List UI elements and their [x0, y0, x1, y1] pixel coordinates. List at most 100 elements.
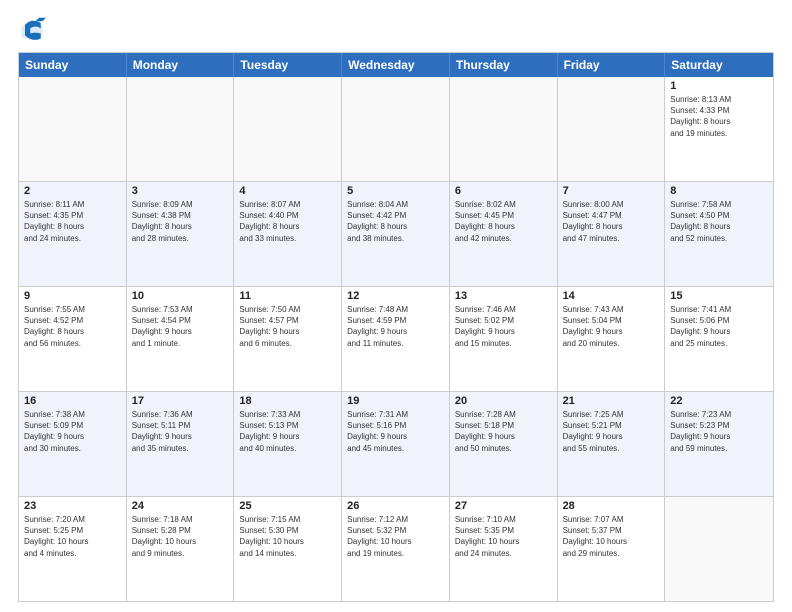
cal-week-3: 9 Sunrise: 7:55 AM Sunset: 4:52 PM Daylig… — [19, 286, 773, 391]
cal-cell-day-13: 13 Sunrise: 7:46 AM Sunset: 5:02 PM Dayli… — [450, 287, 558, 391]
day-number: 2 — [24, 185, 121, 197]
cal-cell-empty — [127, 77, 235, 181]
cell-info: Sunrise: 8:11 AM Sunset: 4:35 PM Dayligh… — [24, 199, 121, 244]
day-number: 5 — [347, 185, 444, 197]
cell-info: Sunrise: 8:07 AM Sunset: 4:40 PM Dayligh… — [239, 199, 336, 244]
day-number: 25 — [239, 500, 336, 512]
day-header-sunday: Sunday — [19, 53, 127, 77]
day-number: 24 — [132, 500, 229, 512]
cell-info: Sunrise: 7:31 AM Sunset: 5:16 PM Dayligh… — [347, 409, 444, 454]
day-number: 20 — [455, 395, 552, 407]
cell-info: Sunrise: 8:02 AM Sunset: 4:45 PM Dayligh… — [455, 199, 552, 244]
calendar-header: SundayMondayTuesdayWednesdayThursdayFrid… — [19, 53, 773, 77]
cell-info: Sunrise: 7:15 AM Sunset: 5:30 PM Dayligh… — [239, 514, 336, 559]
day-number: 6 — [455, 185, 552, 197]
cell-info: Sunrise: 7:20 AM Sunset: 5:25 PM Dayligh… — [24, 514, 121, 559]
cal-cell-day-1: 1 Sunrise: 8:13 AM Sunset: 4:33 PM Daylig… — [665, 77, 773, 181]
day-number: 17 — [132, 395, 229, 407]
day-number: 9 — [24, 290, 121, 302]
day-number: 8 — [670, 185, 768, 197]
day-number: 28 — [563, 500, 660, 512]
cal-week-1: 1 Sunrise: 8:13 AM Sunset: 4:33 PM Daylig… — [19, 77, 773, 181]
cal-week-2: 2 Sunrise: 8:11 AM Sunset: 4:35 PM Daylig… — [19, 181, 773, 286]
cell-info: Sunrise: 7:23 AM Sunset: 5:23 PM Dayligh… — [670, 409, 768, 454]
cal-cell-day-11: 11 Sunrise: 7:50 AM Sunset: 4:57 PM Dayli… — [234, 287, 342, 391]
cell-info: Sunrise: 8:09 AM Sunset: 4:38 PM Dayligh… — [132, 199, 229, 244]
day-header-wednesday: Wednesday — [342, 53, 450, 77]
day-number: 3 — [132, 185, 229, 197]
day-number: 21 — [563, 395, 660, 407]
cell-info: Sunrise: 7:50 AM Sunset: 4:57 PM Dayligh… — [239, 304, 336, 349]
day-number: 7 — [563, 185, 660, 197]
cal-cell-day-6: 6 Sunrise: 8:02 AM Sunset: 4:45 PM Daylig… — [450, 182, 558, 286]
cal-cell-day-27: 27Sunrise: 7:10 AM Sunset: 5:35 PM Dayli… — [450, 497, 558, 601]
day-header-saturday: Saturday — [665, 53, 773, 77]
cell-info: Sunrise: 7:07 AM Sunset: 5:37 PM Dayligh… — [563, 514, 660, 559]
cell-info: Sunrise: 8:00 AM Sunset: 4:47 PM Dayligh… — [563, 199, 660, 244]
day-number: 19 — [347, 395, 444, 407]
cal-cell-day-20: 20 Sunrise: 7:28 AM Sunset: 5:18 PM Dayli… — [450, 392, 558, 496]
header — [18, 16, 774, 44]
cal-cell-empty — [558, 77, 666, 181]
cal-week-4: 16 Sunrise: 7:38 AM Sunset: 5:09 PM Dayli… — [19, 391, 773, 496]
cell-info: Sunrise: 7:48 AM Sunset: 4:59 PM Dayligh… — [347, 304, 444, 349]
day-number: 26 — [347, 500, 444, 512]
day-header-friday: Friday — [558, 53, 666, 77]
cal-cell-empty — [450, 77, 558, 181]
cal-cell-day-2: 2 Sunrise: 8:11 AM Sunset: 4:35 PM Daylig… — [19, 182, 127, 286]
cal-cell-day-19: 19 Sunrise: 7:31 AM Sunset: 5:16 PM Dayli… — [342, 392, 450, 496]
day-header-tuesday: Tuesday — [234, 53, 342, 77]
page: SundayMondayTuesdayWednesdayThursdayFrid… — [0, 0, 792, 612]
cal-cell-empty — [234, 77, 342, 181]
cell-info: Sunrise: 7:53 AM Sunset: 4:54 PM Dayligh… — [132, 304, 229, 349]
cal-cell-day-14: 14 Sunrise: 7:43 AM Sunset: 5:04 PM Dayli… — [558, 287, 666, 391]
logo — [18, 16, 50, 44]
cell-info: Sunrise: 7:18 AM Sunset: 5:28 PM Dayligh… — [132, 514, 229, 559]
cal-cell-day-10: 10Sunrise: 7:53 AM Sunset: 4:54 PM Dayli… — [127, 287, 235, 391]
cal-cell-day-28: 28 Sunrise: 7:07 AM Sunset: 5:37 PM Dayli… — [558, 497, 666, 601]
cal-cell-day-24: 24 Sunrise: 7:18 AM Sunset: 5:28 PM Dayli… — [127, 497, 235, 601]
day-number: 14 — [563, 290, 660, 302]
calendar: SundayMondayTuesdayWednesdayThursdayFrid… — [18, 52, 774, 602]
cal-cell-day-4: 4 Sunrise: 8:07 AM Sunset: 4:40 PM Daylig… — [234, 182, 342, 286]
cell-info: Sunrise: 7:33 AM Sunset: 5:13 PM Dayligh… — [239, 409, 336, 454]
cell-info: Sunrise: 7:38 AM Sunset: 5:09 PM Dayligh… — [24, 409, 121, 454]
cell-info: Sunrise: 7:28 AM Sunset: 5:18 PM Dayligh… — [455, 409, 552, 454]
cal-cell-day-23: 23Sunrise: 7:20 AM Sunset: 5:25 PM Dayli… — [19, 497, 127, 601]
cal-cell-day-5: 5 Sunrise: 8:04 AM Sunset: 4:42 PM Daylig… — [342, 182, 450, 286]
cal-cell-day-15: 15Sunrise: 7:41 AM Sunset: 5:06 PM Dayli… — [665, 287, 773, 391]
cell-info: Sunrise: 7:36 AM Sunset: 5:11 PM Dayligh… — [132, 409, 229, 454]
cal-cell-day-7: 7 Sunrise: 8:00 AM Sunset: 4:47 PM Daylig… — [558, 182, 666, 286]
cell-info: Sunrise: 7:41 AM Sunset: 5:06 PM Dayligh… — [670, 304, 768, 349]
cal-cell-empty — [19, 77, 127, 181]
cal-cell-empty — [342, 77, 450, 181]
day-number: 12 — [347, 290, 444, 302]
cell-info: Sunrise: 7:43 AM Sunset: 5:04 PM Dayligh… — [563, 304, 660, 349]
cell-info: Sunrise: 8:04 AM Sunset: 4:42 PM Dayligh… — [347, 199, 444, 244]
cell-info: Sunrise: 7:25 AM Sunset: 5:21 PM Dayligh… — [563, 409, 660, 454]
cal-cell-empty — [665, 497, 773, 601]
cal-cell-day-25: 25 Sunrise: 7:15 AM Sunset: 5:30 PM Dayli… — [234, 497, 342, 601]
cell-info: Sunrise: 7:55 AM Sunset: 4:52 PM Dayligh… — [24, 304, 121, 349]
cal-week-5: 23Sunrise: 7:20 AM Sunset: 5:25 PM Dayli… — [19, 496, 773, 601]
day-number: 18 — [239, 395, 336, 407]
cell-info: Sunrise: 8:13 AM Sunset: 4:33 PM Dayligh… — [670, 94, 768, 139]
cal-cell-day-9: 9 Sunrise: 7:55 AM Sunset: 4:52 PM Daylig… — [19, 287, 127, 391]
day-number: 22 — [670, 395, 768, 407]
cell-info: Sunrise: 7:10 AM Sunset: 5:35 PM Dayligh… — [455, 514, 552, 559]
day-number: 11 — [239, 290, 336, 302]
cal-cell-day-21: 21 Sunrise: 7:25 AM Sunset: 5:21 PM Dayli… — [558, 392, 666, 496]
cal-cell-day-18: 18 Sunrise: 7:33 AM Sunset: 5:13 PM Dayli… — [234, 392, 342, 496]
cal-cell-day-12: 12 Sunrise: 7:48 AM Sunset: 4:59 PM Dayli… — [342, 287, 450, 391]
day-header-monday: Monday — [127, 53, 235, 77]
day-number: 1 — [670, 80, 768, 92]
calendar-body: 1 Sunrise: 8:13 AM Sunset: 4:33 PM Daylig… — [19, 77, 773, 601]
day-header-thursday: Thursday — [450, 53, 558, 77]
day-number: 4 — [239, 185, 336, 197]
day-number: 13 — [455, 290, 552, 302]
cell-info: Sunrise: 7:46 AM Sunset: 5:02 PM Dayligh… — [455, 304, 552, 349]
cal-cell-day-22: 22 Sunrise: 7:23 AM Sunset: 5:23 PM Dayli… — [665, 392, 773, 496]
generalblue-logo-icon — [18, 16, 46, 44]
day-number: 16 — [24, 395, 121, 407]
cell-info: Sunrise: 7:58 AM Sunset: 4:50 PM Dayligh… — [670, 199, 768, 244]
